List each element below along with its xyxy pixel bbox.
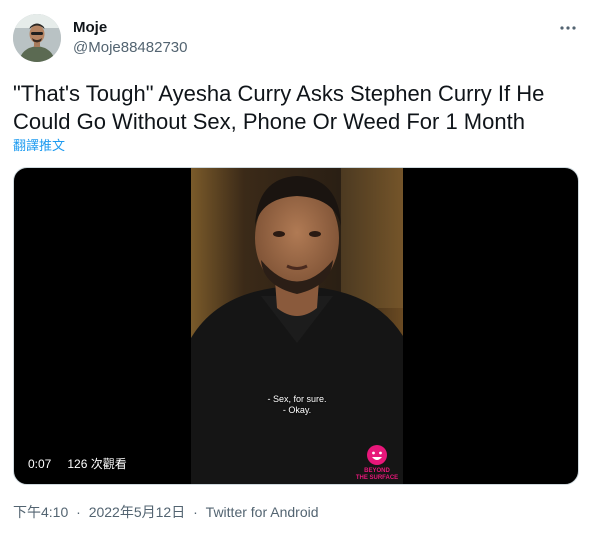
translate-tweet-link[interactable]: 翻譯推文 (13, 138, 65, 154)
display-name[interactable]: Moje (73, 18, 107, 37)
video-caption: - Sex, for sure. - Okay. (267, 394, 327, 415)
user-handle[interactable]: @Moje88482730 (73, 38, 187, 57)
watermark-line1: BEYOND (364, 468, 390, 474)
video-current-time: 0:07 (24, 456, 56, 472)
tweet: Moje @Moje88482730 "That's Tough" Ayesha… (0, 0, 594, 537)
tweet-meta: 下午4:10 · 2022年5月12日 · Twitter for Androi… (13, 503, 319, 521)
avatar[interactable] (13, 14, 61, 62)
video-still: BEYOND THE SURFACE (191, 168, 403, 484)
tweet-date[interactable]: 2022年5月12日 (89, 504, 186, 520)
tweet-text: "That's Tough" Ayesha Curry Asks Stephen… (13, 81, 545, 134)
meta-separator: · (193, 504, 198, 520)
meta-separator: · (76, 504, 81, 520)
tweet-source[interactable]: Twitter for Android (206, 504, 319, 520)
avatar-image (13, 14, 61, 62)
video-view-count: 126 次觀看 (63, 456, 131, 472)
more-icon[interactable] (558, 18, 578, 38)
video-stats: 0:07 126 次觀看 (24, 456, 131, 472)
watermark-line2: THE SURFACE (356, 475, 398, 481)
video-frame: BEYOND THE SURFACE - Sex, for sure. - Ok… (191, 168, 403, 484)
tweet-time[interactable]: 下午4:10 (13, 504, 68, 520)
video-player[interactable]: BEYOND THE SURFACE - Sex, for sure. - Ok… (13, 167, 579, 485)
